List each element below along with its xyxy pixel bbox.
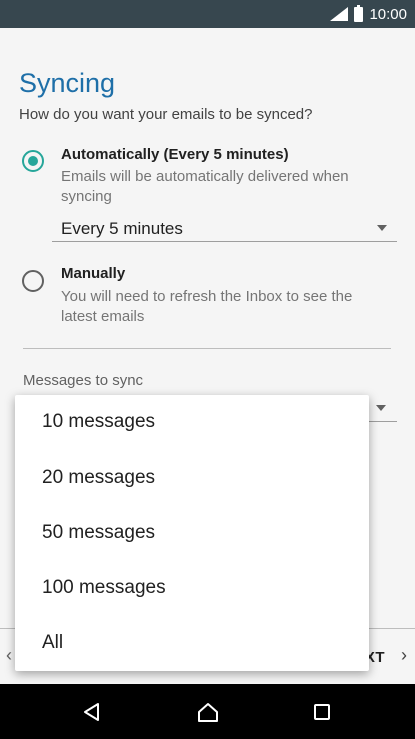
sync-frequency-select[interactable]: Every 5 minutes xyxy=(52,212,397,242)
dropdown-arrow-icon xyxy=(377,225,387,231)
option-label: Manually xyxy=(61,265,126,282)
messages-dropdown-menu: 10 messages 20 messages 50 messages 100 … xyxy=(15,395,369,671)
option-description: Emails will be automatically delivered w… xyxy=(61,168,349,205)
page-subtitle: How do you want your emails to be synced… xyxy=(19,106,313,123)
page-title: Syncing xyxy=(19,68,116,98)
option-label: Automatically (Every 5 minutes) xyxy=(61,146,289,163)
dropdown-item-50[interactable]: 50 messages xyxy=(42,522,155,544)
dropdown-item-all[interactable]: All xyxy=(42,632,63,654)
dropdown-item-100[interactable]: 100 messages xyxy=(42,577,166,599)
recent-apps-icon[interactable] xyxy=(314,704,330,720)
chevron-left-icon[interactable]: ‹ xyxy=(6,645,12,666)
dropdown-arrow-icon xyxy=(376,405,386,411)
dropdown-item-10[interactable]: 10 messages xyxy=(42,411,155,433)
home-icon[interactable] xyxy=(196,701,220,723)
radio-manually[interactable] xyxy=(22,270,44,292)
radio-automatically[interactable] xyxy=(22,150,44,172)
system-nav-bar xyxy=(0,684,415,739)
messages-to-sync-label: Messages to sync xyxy=(23,372,144,389)
divider xyxy=(23,348,391,349)
status-bar: 10:00 xyxy=(0,0,415,28)
back-icon[interactable] xyxy=(82,702,102,722)
option-description: You will need to refresh the Inbox to se… xyxy=(61,288,353,325)
sync-frequency-value: Every 5 minutes xyxy=(61,219,183,238)
clock: 10:00 xyxy=(369,5,407,23)
chevron-right-icon[interactable]: › xyxy=(401,645,407,666)
signal-icon xyxy=(330,7,349,21)
battery-icon xyxy=(354,4,364,22)
dropdown-item-20[interactable]: 20 messages xyxy=(42,467,155,489)
